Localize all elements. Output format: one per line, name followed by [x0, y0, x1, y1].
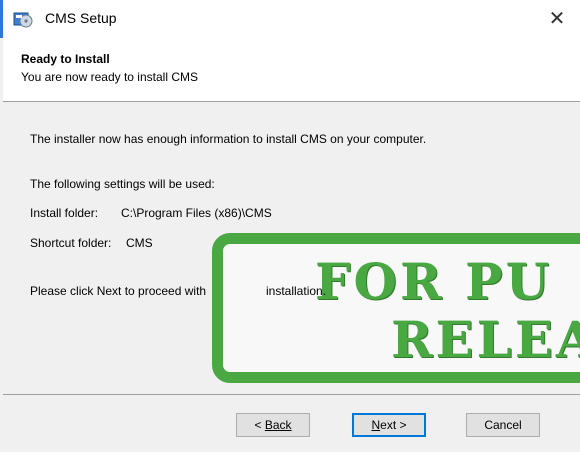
stamp-line-1: FOR PU [315, 252, 553, 311]
proceed-text: Please click Next to proceed with [30, 284, 207, 298]
window-title: CMS Setup [45, 10, 117, 26]
back-button[interactable]: < Back [236, 413, 310, 437]
button-divider [3, 394, 580, 395]
close-icon[interactable]: ✕ [534, 0, 580, 38]
back-prefix: < [254, 418, 265, 432]
header-subtitle: You are now ready to install CMS [21, 70, 198, 84]
header-title: Ready to Install [21, 52, 110, 66]
stamp-line-2: RELEA [391, 310, 580, 369]
next-label: ext > [380, 418, 407, 432]
cancel-button[interactable]: Cancel [466, 413, 540, 437]
back-label: Back [264, 418, 292, 432]
next-mnemonic: N [371, 418, 381, 432]
proceed-text-end: installation. [266, 284, 327, 298]
wizard-header: Ready to Install You are now ready to in… [3, 38, 580, 102]
shortcut-folder-value: CMS [126, 236, 153, 250]
intro-text: The installer now has enough information… [30, 132, 427, 146]
setup-disk-icon [13, 12, 33, 28]
install-folder-value: C:\Program Files (x86)\CMS [121, 206, 272, 220]
watermark-stamp: FOR PU RELEA [212, 233, 580, 383]
title-bar[interactable]: CMS Setup ✕ [0, 0, 580, 38]
shortcut-folder-label: Shortcut folder: [30, 236, 112, 250]
window-bottom-edge [0, 452, 580, 459]
setup-window: CMS Setup ✕ Ready to Install You are now… [0, 0, 580, 459]
next-button[interactable]: Next > [352, 413, 426, 437]
cancel-label: Cancel [484, 418, 522, 432]
settings-label: The following settings will be used: [30, 177, 215, 191]
install-folder-label: Install folder: [30, 206, 99, 220]
